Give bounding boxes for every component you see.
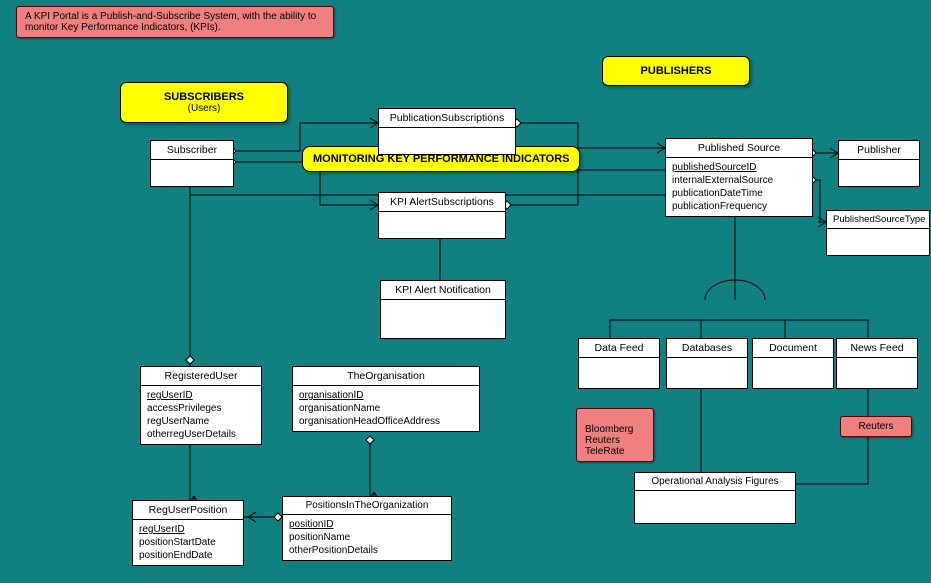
entity-subscriber: Subscriber [150, 140, 234, 187]
entity-data-feed: Data Feed [578, 338, 660, 389]
attr-positionName: positionName [289, 531, 445, 544]
entity-news-feed: News Feed [836, 338, 918, 389]
entity-reg-user-position: RegUserPosition regUserIDpositionStartDa… [132, 500, 244, 566]
attr-organisationName: organisationName [299, 402, 473, 415]
attr-organisationHeadOfficeAddress: organisationHeadOfficeAddress [299, 415, 473, 428]
attr-otherPositionDetails: otherPositionDetails [289, 544, 445, 557]
description-text: A KPI Portal is a Publish-and-Subscribe … [25, 11, 316, 33]
attr-publicationFrequency: publicationFrequency [672, 200, 806, 213]
subscribers-title: SUBSCRIBERS [139, 91, 269, 103]
providers-left-note: Bloomberg Reuters TeleRate [576, 408, 654, 462]
publishers-label: PUBLISHERS [602, 56, 750, 86]
entity-positions-in-the-organization: PositionsInTheOrganization positionIDpos… [282, 496, 452, 561]
entity-published-source-type: PublishedSourceType [826, 210, 930, 256]
attr-regUserName: regUserName [147, 415, 255, 428]
entity-databases: Databases [666, 338, 748, 389]
entity-published-source: Published Source publishedSourceIDintern… [665, 138, 813, 217]
entity-publisher: Publisher [838, 140, 920, 187]
diagram-canvas: A KPI Portal is a Publish-and-Subscribe … [0, 0, 931, 583]
attr-publishedSourceID: publishedSourceID [672, 161, 806, 174]
entity-the-organisation: TheOrganisation organisationIDorganisati… [292, 366, 480, 432]
entity-kpi-alert-notification: KPI Alert Notification [380, 280, 506, 339]
entity-registered-user: RegisteredUser regUserIDaccessPrivileges… [140, 366, 262, 445]
attr-publicationDateTime: publicationDateTime [672, 187, 806, 200]
attr-positionEndDate: positionEndDate [139, 549, 237, 562]
attr-regUserID: regUserID [139, 523, 237, 536]
attr-positionStartDate: positionStartDate [139, 536, 237, 549]
providers-right-note: Reuters [840, 416, 912, 437]
attr-regUserID: regUserID [147, 389, 255, 402]
description-note: A KPI Portal is a Publish-and-Subscribe … [16, 6, 334, 38]
subscribers-label: SUBSCRIBERS (Users) [120, 82, 288, 123]
entity-kpi-alert-subscriptions: KPI AlertSubscriptions [378, 192, 506, 239]
attr-accessPrivileges: accessPrivileges [147, 402, 255, 415]
attr-otherregUserDetails: otherregUserDetails [147, 428, 255, 441]
attr-positionID: positionID [289, 518, 445, 531]
entity-document: Document [752, 338, 834, 389]
attr-organisationID: organisationID [299, 389, 473, 402]
subscribers-sub: (Users) [139, 103, 269, 114]
attr-internalExternalSource: internalExternalSource [672, 174, 806, 187]
entity-publication-subscriptions: PublicationSubscriptions [378, 108, 516, 155]
entity-operational-analysis-figures: Operational Analysis Figures [634, 472, 796, 524]
